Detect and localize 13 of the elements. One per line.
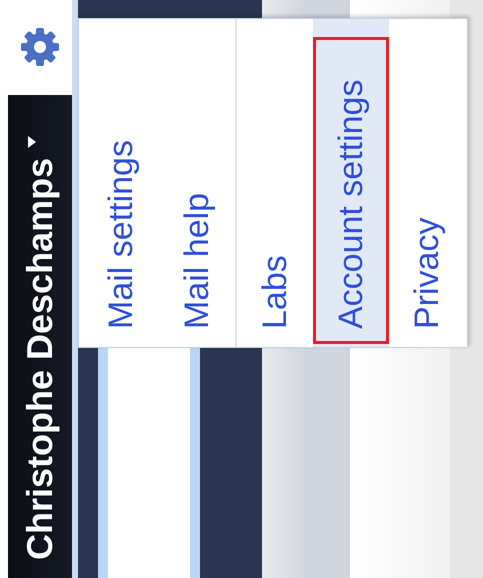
menu-item-label: Mail settings — [102, 140, 140, 329]
menu-item-label: Account settings — [332, 80, 370, 329]
menu-item[interactable]: Mail help — [159, 19, 235, 347]
menu-item[interactable]: Privacy — [389, 19, 465, 347]
menu-item-label: Mail help — [178, 192, 216, 329]
menu-item[interactable]: Account settings — [313, 19, 389, 347]
menu-item-label: Privacy — [408, 218, 446, 329]
user-name-button[interactable]: Christophe Deschamps — [19, 158, 61, 560]
menu-item-label: Labs — [256, 255, 294, 329]
menu-item[interactable]: Labs — [237, 19, 313, 347]
menu-item[interactable]: Mail settings — [83, 19, 159, 347]
caret-icon — [28, 136, 38, 148]
settings-icon — [20, 28, 60, 68]
